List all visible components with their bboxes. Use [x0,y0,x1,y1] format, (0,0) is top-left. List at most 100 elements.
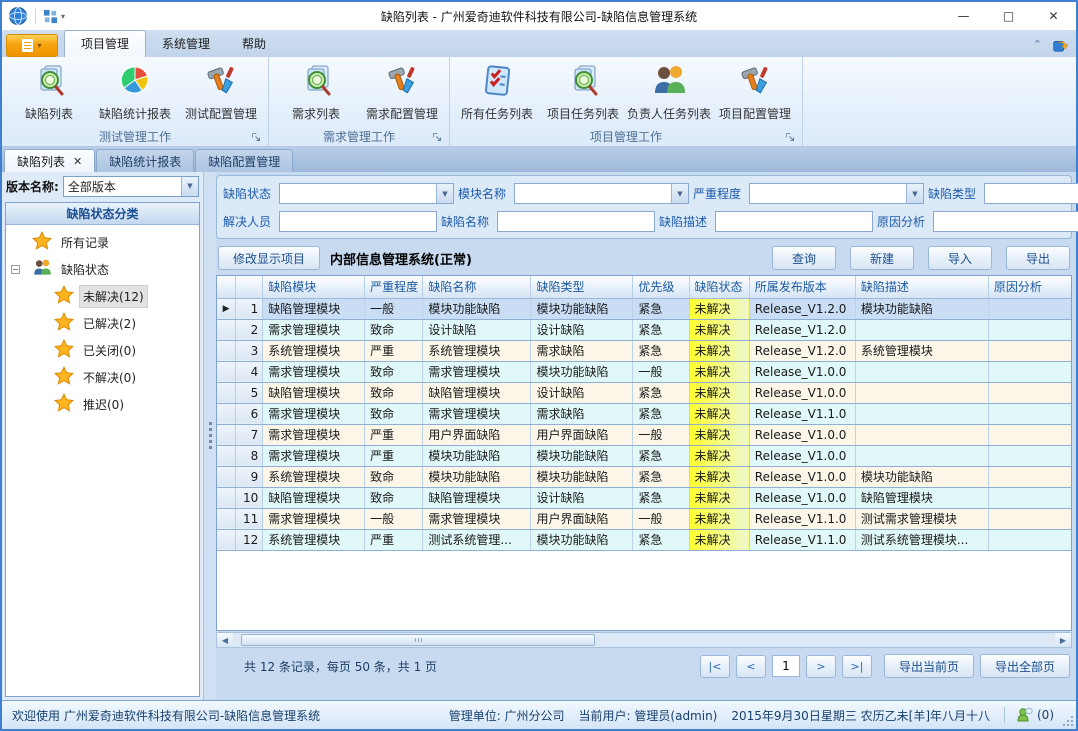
grid-cell[interactable]: 未解决 [689,487,749,508]
action-button-导入[interactable]: 导入 [928,246,992,270]
tree-item-未解决(12)[interactable]: 未解决(12) [6,283,199,310]
grid-cell[interactable]: 未解决 [689,361,749,382]
action-button-新建[interactable]: 新建 [850,246,914,270]
table-row[interactable]: 12系统管理模块严重测试系统管理...模块功能缺陷紧急未解决Release_V1… [217,529,1072,550]
quick-access-toolbar-button[interactable]: ▾ [43,9,65,24]
grid-cell[interactable] [855,445,988,466]
table-row[interactable]: 11需求管理模块一般需求管理模块用户界面缺陷一般未解决Release_V1.1.… [217,508,1072,529]
grid-cell[interactable] [855,382,988,403]
grid-cell[interactable] [988,466,1072,487]
grid-cell[interactable] [855,361,988,382]
table-row[interactable]: 7需求管理模块严重用户界面缺陷用户界面缺陷一般未解决Release_V1.0.0 [217,424,1072,445]
ribbon-tab-帮助[interactable]: 帮助 [226,31,282,57]
tree-item-已关闭(0)[interactable]: 已关闭(0) [6,337,199,364]
filter-dropdown[interactable]: ▼ [514,183,689,204]
version-dropdown[interactable]: 全部版本 ▼ [63,176,199,197]
grid-cell[interactable]: 需求管理模块 [263,319,365,340]
filter-dropdown[interactable]: ▼ [279,183,454,204]
table-row[interactable]: 8需求管理模块严重模块功能缺陷模块功能缺陷紧急未解决Release_V1.0.0 [217,445,1072,466]
document-tab-缺陷配置管理[interactable]: 缺陷配置管理 [195,149,293,172]
column-header-严重程度[interactable]: 严重程度 [365,276,423,298]
filter-input[interactable] [715,211,873,232]
grid-cell[interactable]: 模块功能缺陷 [423,445,531,466]
filter-value-input[interactable] [985,184,1078,203]
column-header-缺陷状态[interactable]: 缺陷状态 [689,276,749,298]
chevron-down-icon[interactable]: ▼ [181,177,198,196]
grid-cell[interactable]: 模块功能缺陷 [531,466,633,487]
page-number-input[interactable] [772,655,800,677]
document-tab-缺陷统计报表[interactable]: 缺陷统计报表 [96,149,194,172]
grid-cell[interactable]: 系统管理模块 [263,466,365,487]
filter-dropdown[interactable]: ▼ [984,183,1078,204]
grid-cell[interactable]: 未解决 [689,529,749,550]
grid-cell[interactable]: 用户界面缺陷 [531,424,633,445]
action-button-查询[interactable]: 查询 [772,246,836,270]
column-header-缺陷描述[interactable]: 缺陷描述 [855,276,988,298]
grid-cell[interactable] [988,508,1072,529]
grid-cell[interactable] [855,424,988,445]
grid-cell[interactable]: 未解决 [689,445,749,466]
grid-cell[interactable]: Release_V1.1.0 [749,508,855,529]
grid-cell[interactable]: 未解决 [689,340,749,361]
grid-cell[interactable]: 系统管理模块 [263,340,365,361]
grid-cell[interactable]: 模块功能缺陷 [855,466,988,487]
grid-cell[interactable]: 严重 [365,424,423,445]
grid-cell[interactable]: 未解决 [689,466,749,487]
chevron-down-icon[interactable]: ▼ [671,184,688,203]
grid-cell[interactable]: 紧急 [633,466,689,487]
grid-cell[interactable]: 模块功能缺陷 [855,298,988,319]
grid-cell[interactable]: 紧急 [633,340,689,361]
grid-cell[interactable]: 需求缺陷 [531,340,633,361]
grid-cell[interactable]: 系统管理模块 [855,340,988,361]
grid-cell[interactable]: 测试系统管理... [423,529,531,550]
grid-cell[interactable]: Release_V1.2.0 [749,298,855,319]
grid-cell[interactable]: 未解决 [689,382,749,403]
filter-value-input[interactable] [280,212,436,231]
filter-dropdown[interactable]: ▼ [749,183,924,204]
grid-cell[interactable]: 致命 [365,403,423,424]
grid-cell[interactable] [988,382,1072,403]
table-row[interactable]: 3系统管理模块严重系统管理模块需求缺陷紧急未解决Release_V1.2.0系统… [217,340,1072,361]
grid-cell[interactable]: 致命 [365,319,423,340]
grid-cell[interactable]: 模块功能缺陷 [423,298,531,319]
grid-cell[interactable]: 系统管理模块 [423,340,531,361]
filter-value-input[interactable] [716,212,872,231]
grid-cell[interactable]: 设计缺陷 [531,382,633,403]
grid-cell[interactable]: Release_V1.0.0 [749,487,855,508]
ribbon-button-缺陷列表[interactable]: 缺陷列表 [6,59,92,127]
filter-value-input[interactable] [498,212,654,231]
grid-cell[interactable]: 一般 [365,508,423,529]
grid-cell[interactable]: Release_V1.0.0 [749,466,855,487]
close-button[interactable]: ✕ [1031,2,1076,30]
ribbon-button-负责人任务列表[interactable]: 负责人任务列表 [626,59,712,127]
grid-cell[interactable]: 用户界面缺陷 [531,508,633,529]
export-current-page-button[interactable]: 导出当前页 [884,654,974,678]
grid-cell[interactable]: 设计缺陷 [423,319,531,340]
grid-cell[interactable]: Release_V1.2.0 [749,319,855,340]
column-header-原因分析[interactable]: 原因分析 [988,276,1072,298]
filter-input[interactable] [279,211,437,232]
scroll-left-icon[interactable]: ◀ [217,633,233,647]
grid-cell[interactable]: 模块功能缺陷 [423,466,531,487]
horizontal-scrollbar[interactable]: ◀ ▶ [216,632,1072,648]
grid-cell[interactable]: 需求管理模块 [263,424,365,445]
grid-cell[interactable]: 未解决 [689,424,749,445]
table-row[interactable]: 5缺陷管理模块致命缺陷管理模块设计缺陷紧急未解决Release_V1.0.0 [217,382,1072,403]
grid-cell[interactable]: 缺陷管理模块 [263,487,365,508]
grid-cell[interactable] [988,319,1072,340]
grid-cell[interactable]: 紧急 [633,445,689,466]
collapse-ribbon-icon[interactable]: ⌃ [1033,41,1042,49]
tree-item-推迟(0)[interactable]: 推迟(0) [6,391,199,418]
table-row[interactable]: ▶1缺陷管理模块一般模块功能缺陷模块功能缺陷紧急未解决Release_V1.2.… [217,298,1072,319]
column-header-所属发布版本[interactable]: 所属发布版本 [749,276,855,298]
grid-cell[interactable]: 紧急 [633,319,689,340]
grid-cell[interactable]: 紧急 [633,382,689,403]
grid-cell[interactable]: 缺陷管理模块 [263,298,365,319]
filter-input[interactable] [497,211,655,232]
dialog-launcher-icon[interactable] [785,132,796,143]
export-all-pages-button[interactable]: 导出全部页 [980,654,1070,678]
grid-cell[interactable]: 系统管理模块 [263,529,365,550]
application-menu-button[interactable]: ▾ [6,34,58,57]
message-indicator[interactable]: (0) [1004,707,1054,723]
help-icon[interactable] [1052,37,1068,53]
